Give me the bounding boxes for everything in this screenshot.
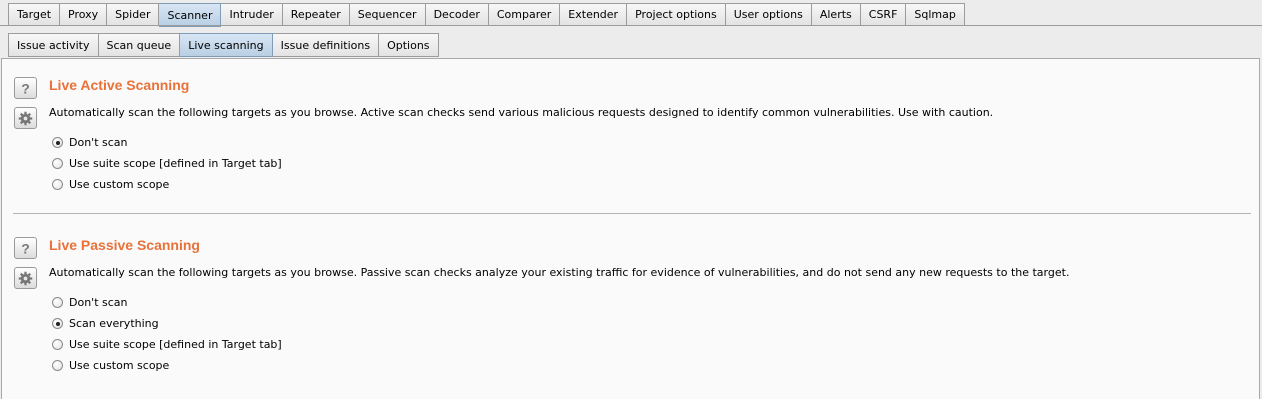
tab-project-options[interactable]: Project options <box>627 3 726 26</box>
gear-icon[interactable] <box>14 267 37 289</box>
tab-proxy[interactable]: Proxy <box>60 3 108 26</box>
radio-label: Use suite scope [defined in Target tab] <box>69 338 282 351</box>
tab-sqlmap[interactable]: Sqlmap <box>906 3 965 26</box>
radio-passive-scan-everything[interactable]: Scan everything <box>52 317 159 330</box>
radio-passive-custom-scope[interactable]: Use custom scope <box>52 359 169 372</box>
radio-label: Use custom scope <box>69 359 170 372</box>
tab-repeater[interactable]: Repeater <box>282 3 350 26</box>
scanner-sub-tab-bar: Issue activity Scan queue Live scanning … <box>8 33 439 57</box>
tab-comparer[interactable]: Comparer <box>488 3 561 26</box>
section-divider <box>13 213 1251 214</box>
tab-spider[interactable]: Spider <box>107 3 160 26</box>
tab-bar-divider <box>0 25 1262 26</box>
radio-active-suite-scope[interactable]: Use suite scope [defined in Target tab] <box>52 157 282 170</box>
section-title: Live Passive Scanning <box>49 237 200 253</box>
radio-label: Use custom scope <box>69 178 170 191</box>
svg-text:?: ? <box>21 241 30 256</box>
live-scanning-panel: ? Live Active Scanning Automatically sca… <box>1 58 1260 399</box>
gear-icon[interactable] <box>14 107 37 129</box>
help-icon[interactable]: ? <box>14 237 37 259</box>
radio-passive-dont-scan[interactable]: Don't scan <box>52 296 128 309</box>
subtab-issue-activity[interactable]: Issue activity <box>8 33 99 57</box>
section-description: Automatically scan the following targets… <box>49 266 1070 279</box>
tab-csrf[interactable]: CSRF <box>860 3 907 26</box>
subtab-live-scanning[interactable]: Live scanning <box>180 33 273 57</box>
radio-passive-suite-scope[interactable]: Use suite scope [defined in Target tab] <box>52 338 282 351</box>
radio-active-custom-scope[interactable]: Use custom scope <box>52 178 169 191</box>
tab-extender[interactable]: Extender <box>560 3 628 26</box>
tab-intruder[interactable]: Intruder <box>221 3 283 26</box>
radio-button[interactable] <box>52 318 63 329</box>
radio-button[interactable] <box>52 158 63 169</box>
tab-alerts[interactable]: Alerts <box>811 3 861 26</box>
radio-active-dont-scan[interactable]: Don't scan <box>52 136 128 149</box>
radio-label: Don't scan <box>69 136 128 149</box>
subtab-scan-queue[interactable]: Scan queue <box>98 33 181 57</box>
section-description: Automatically scan the following targets… <box>49 106 994 119</box>
tab-sequencer[interactable]: Sequencer <box>349 3 426 26</box>
radio-button[interactable] <box>52 179 63 190</box>
tab-decoder[interactable]: Decoder <box>425 3 489 26</box>
subtab-issue-definitions[interactable]: Issue definitions <box>272 33 380 57</box>
subtab-options[interactable]: Options <box>379 33 439 57</box>
section-title: Live Active Scanning <box>49 77 190 93</box>
svg-text:?: ? <box>21 81 30 96</box>
help-icon[interactable]: ? <box>14 77 37 99</box>
radio-button[interactable] <box>52 137 63 148</box>
tab-target[interactable]: Target <box>8 3 61 26</box>
main-tab-bar: Target Proxy Spider Scanner Intruder Rep… <box>8 3 965 27</box>
radio-label: Use suite scope [defined in Target tab] <box>69 157 282 170</box>
radio-button[interactable] <box>52 360 63 371</box>
tab-user-options[interactable]: User options <box>725 3 812 26</box>
radio-label: Don't scan <box>69 296 128 309</box>
tab-scanner[interactable]: Scanner <box>159 3 222 27</box>
radio-label: Scan everything <box>69 317 159 330</box>
radio-button[interactable] <box>52 297 63 308</box>
radio-button[interactable] <box>52 339 63 350</box>
